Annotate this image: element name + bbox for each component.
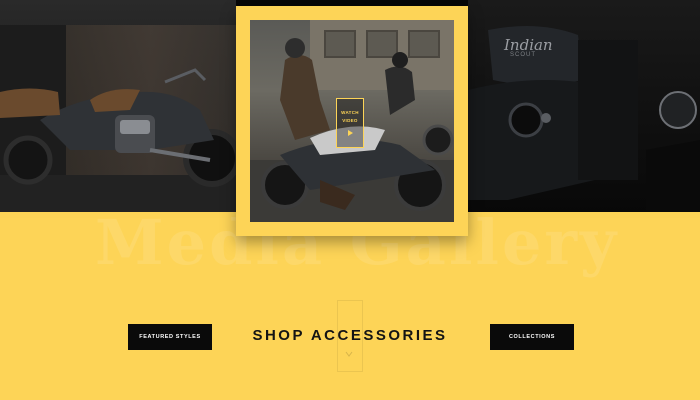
gallery-image-left[interactable]	[0, 0, 236, 216]
watch-video-label-line1: WATCH	[341, 109, 359, 115]
section-heading: SHOP ACCESSORIES	[252, 327, 448, 344]
brand-model: SCOUT	[510, 52, 536, 58]
collections-button[interactable]: COLLECTIONS	[490, 324, 574, 350]
featured-gallery-image[interactable]: WATCH VIDEO	[250, 20, 454, 222]
play-icon	[348, 129, 353, 136]
watch-video-label-line2: VIDEO	[342, 117, 358, 123]
featured-gallery-card[interactable]: WATCH VIDEO	[236, 6, 468, 236]
watch-video-button[interactable]: WATCH VIDEO	[336, 98, 364, 148]
gallery-image-right[interactable]: Indian SCOUT	[468, 0, 700, 216]
motorcycle-right-illustration	[468, 26, 700, 210]
motorcycle-left-illustration	[0, 68, 236, 187]
featured-styles-button[interactable]: FEATURED STYLES	[128, 324, 212, 350]
down-arrow-icon[interactable]	[345, 350, 353, 358]
